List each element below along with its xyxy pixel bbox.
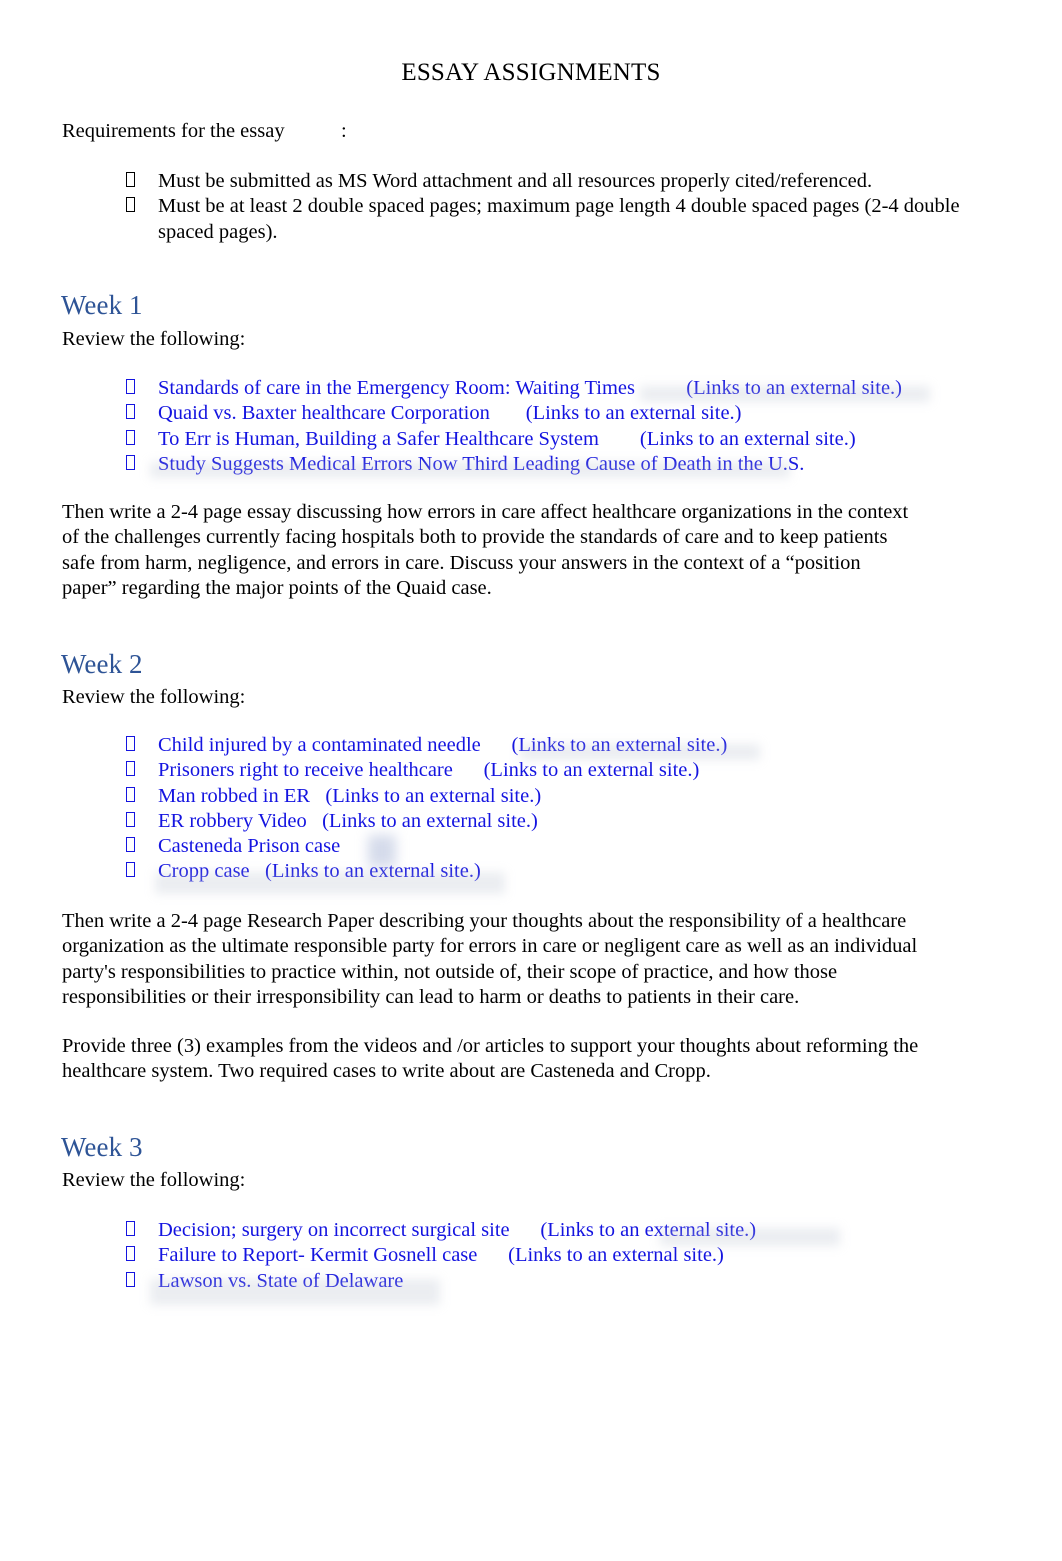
- list-item[interactable]: Cropp case (Links to an external site.): [0, 859, 1062, 884]
- paragraph-week-2-b: Provide three (3) examples from the vide…: [62, 1035, 919, 1083]
- list-item-label: Must be submitted as MS Word attachment …: [158, 170, 873, 192]
- bullet-box-icon: [126, 1271, 135, 1287]
- list-item[interactable]: Standards of care in the Emergency Room:…: [0, 376, 1062, 401]
- list-item[interactable]: Child injured by a contaminated needle (…: [0, 733, 1062, 758]
- bullet-box-icon: [126, 197, 135, 213]
- list-item[interactable]: Man robbed in ER (Links to an external s…: [0, 784, 1062, 809]
- list-item[interactable]: Study Suggests Medical Errors Now Third …: [0, 452, 1062, 477]
- links-list-week-1: Standards of care in the Emergency Room:…: [0, 376, 1062, 477]
- review-label-week-2: Review the following:: [62, 686, 246, 708]
- section-heading-week-3: Week 3: [61, 1132, 143, 1163]
- requirements-list: Must be submitted as MS Word attachment …: [0, 169, 1062, 245]
- bullet-box-icon: [126, 404, 135, 420]
- bullet-box-icon: [126, 1246, 135, 1262]
- list-item-label: Must be at least 2 double spaced pages; …: [158, 195, 960, 243]
- list-item[interactable]: Decision; surgery on incorrect surgical …: [0, 1218, 1062, 1243]
- external-link[interactable]: Decision; surgery on incorrect surgical …: [158, 1218, 1000, 1243]
- list-item[interactable]: ER robbery Video (Links to an external s…: [0, 809, 1062, 834]
- bullet-box-icon: [126, 811, 135, 827]
- review-label-week-3: Review the following:: [62, 1169, 246, 1191]
- bullet-box-icon: [126, 429, 135, 445]
- paragraph-week-1: Then write a 2-4 page essay discussing h…: [62, 501, 909, 599]
- list-item: Must be at least 2 double spaced pages; …: [0, 194, 1062, 245]
- list-item[interactable]: Prisoners right to receive healthcare (L…: [0, 758, 1062, 783]
- requirements-label: Requirements for the essay :: [62, 120, 347, 142]
- external-link[interactable]: Failure to Report- Kermit Gosnell case (…: [158, 1243, 1000, 1268]
- bullet-box-icon: [126, 862, 135, 878]
- section-heading-week-1: Week 1: [61, 290, 143, 321]
- external-link[interactable]: Cropp case (Links to an external site.): [158, 859, 1000, 884]
- bullet-box-icon: [126, 172, 135, 187]
- document-page: ESSAY ASSIGNMENTS Requirements for the e…: [0, 0, 1062, 1561]
- bullet-box-icon: [126, 379, 135, 394]
- review-label-week-1: Review the following:: [62, 328, 246, 350]
- list-item: Must be submitted as MS Word attachment …: [0, 169, 1062, 194]
- bullet-box-icon: [126, 736, 135, 751]
- bullet-box-icon: [126, 786, 135, 802]
- section-heading-week-2: Week 2: [61, 649, 143, 680]
- external-link[interactable]: Lawson vs. State of Delaware: [158, 1269, 1000, 1294]
- external-link[interactable]: ER robbery Video (Links to an external s…: [158, 809, 1000, 834]
- bullet-box-icon: [126, 454, 135, 470]
- external-link[interactable]: To Err is Human, Building a Safer Health…: [158, 427, 1000, 452]
- external-link[interactable]: Prisoners right to receive healthcare (L…: [158, 758, 1000, 783]
- external-link[interactable]: Quaid vs. Baxter healthcare Corporation …: [158, 401, 1000, 426]
- paragraph-week-2-a: Then write a 2-4 page Research Paper des…: [62, 910, 918, 1008]
- external-link[interactable]: Child injured by a contaminated needle (…: [158, 733, 1000, 758]
- external-link[interactable]: Casteneda Prison case: [158, 834, 1000, 859]
- external-link[interactable]: Study Suggests Medical Errors Now Third …: [158, 452, 1000, 477]
- list-item[interactable]: Quaid vs. Baxter healthcare Corporation …: [0, 401, 1062, 426]
- links-list-week-2: Child injured by a contaminated needle (…: [0, 733, 1062, 885]
- external-link[interactable]: Man robbed in ER (Links to an external s…: [158, 784, 1000, 809]
- page-title: ESSAY ASSIGNMENTS: [401, 59, 661, 86]
- bullet-box-icon: [126, 761, 135, 777]
- list-item[interactable]: Casteneda Prison case: [0, 834, 1062, 859]
- list-item[interactable]: Lawson vs. State of Delaware: [0, 1269, 1062, 1294]
- list-item[interactable]: Failure to Report- Kermit Gosnell case (…: [0, 1243, 1062, 1268]
- list-item[interactable]: To Err is Human, Building a Safer Health…: [0, 427, 1062, 452]
- bullet-box-icon: [126, 1221, 135, 1236]
- links-list-week-3: Decision; surgery on incorrect surgical …: [0, 1218, 1062, 1294]
- external-link[interactable]: Standards of care in the Emergency Room:…: [158, 376, 1000, 401]
- bullet-box-icon: [126, 837, 135, 853]
